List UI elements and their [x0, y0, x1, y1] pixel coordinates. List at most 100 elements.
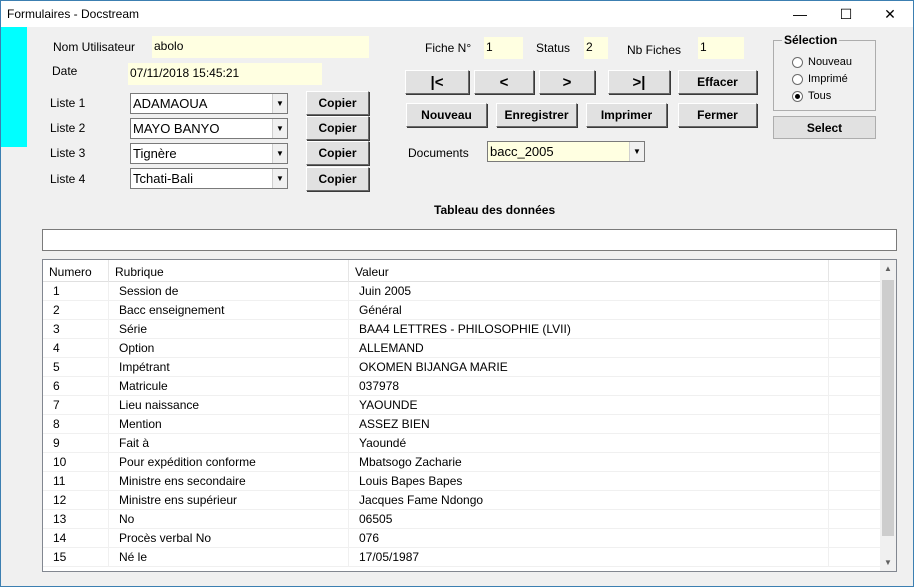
radio-nouveau-label: Nouveau — [808, 56, 853, 68]
minimize-button[interactable]: — — [777, 1, 823, 27]
vertical-scrollbar[interactable]: ▲ ▼ — [880, 260, 896, 571]
cell-valeur: 076 — [349, 529, 829, 548]
list2-select[interactable]: MAYO BANYO ▼ — [130, 118, 288, 139]
list3-select[interactable]: Tignère ▼ — [130, 143, 288, 164]
table-row[interactable]: 8 Mention ASSEZ BIEN — [43, 415, 881, 434]
nb-fiches-field[interactable]: 1 — [698, 37, 744, 59]
cell-valeur: OKOMEN BIJANGA MARIE — [349, 358, 829, 377]
table-row[interactable]: 3 Série BAA4 LETTRES - PHILOSOPHIE (LVII) — [43, 320, 881, 339]
table-row[interactable]: 6 Matricule 037978 — [43, 377, 881, 396]
copy-list4-button[interactable]: Copier — [306, 167, 369, 191]
maximize-button[interactable]: ☐ — [823, 1, 869, 27]
cell-valeur: 17/05/1987 — [349, 548, 829, 567]
col-header-numero[interactable]: Numero — [43, 260, 109, 282]
table-row[interactable]: 1 Session de Juin 2005 — [43, 282, 881, 301]
cell-valeur: Louis Bapes Bapes — [349, 472, 829, 491]
table-row[interactable]: 11 Ministre ens secondaire Louis Bapes Bap… — [43, 472, 881, 491]
scroll-thumb[interactable] — [882, 280, 894, 536]
radio-nouveau[interactable]: Nouveau — [792, 56, 852, 68]
documents-label: Documents — [408, 146, 469, 160]
table-row[interactable]: 15 Né le 17/05/1987 — [43, 548, 881, 567]
radio-icon[interactable] — [792, 73, 803, 85]
cell-valeur: BAA4 LETTRES - PHILOSOPHIE (LVII) — [349, 320, 829, 339]
table-row[interactable]: 4 Option ALLEMAND — [43, 339, 881, 358]
prev-record-button[interactable]: < — [474, 70, 534, 94]
fiche-field[interactable]: 1 — [484, 37, 523, 59]
list2-value: MAYO BANYO — [133, 121, 220, 136]
table-header: Numero Rubrique Valeur — [43, 260, 881, 282]
table-row[interactable]: 7 Lieu naissance YAOUNDE — [43, 396, 881, 415]
chevron-down-icon[interactable]: ▼ — [272, 144, 287, 163]
table-row[interactable]: 10 Pour expédition conforme Mbatsogo Zacha… — [43, 453, 881, 472]
cell-numero: 9 — [43, 434, 109, 453]
cell-numero: 3 — [43, 320, 109, 339]
new-button[interactable]: Nouveau — [406, 103, 487, 127]
documents-select[interactable]: bacc_2005 ▼ — [487, 141, 645, 162]
radio-icon[interactable] — [792, 56, 803, 68]
chevron-down-icon[interactable]: ▼ — [272, 94, 287, 113]
cell-empty — [829, 282, 881, 301]
chevron-down-icon[interactable]: ▼ — [629, 142, 644, 161]
table-row[interactable]: 12 Ministre ens supérieur Jacques Fame Ndo… — [43, 491, 881, 510]
date-field[interactable]: 07/11/2018 15:45:21 — [128, 63, 322, 85]
list3-label: Liste 3 — [50, 146, 86, 160]
last-record-button[interactable]: >| — [608, 70, 670, 94]
username-field[interactable]: abolo — [152, 36, 369, 58]
list4-select[interactable]: Tchati-Bali ▼ — [130, 168, 288, 189]
filter-input[interactable] — [42, 229, 897, 251]
col-header-rubrique[interactable]: Rubrique — [109, 260, 349, 282]
data-table[interactable]: Numero Rubrique Valeur 1 Session de Juin 2… — [42, 259, 897, 572]
radio-tous[interactable]: Tous — [792, 90, 831, 102]
chevron-down-icon[interactable]: ▼ — [272, 169, 287, 188]
table-row[interactable]: 5 Impétrant OKOMEN BIJANGA MARIE — [43, 358, 881, 377]
select-button[interactable]: Select — [773, 116, 876, 139]
copy-list3-button[interactable]: Copier — [306, 141, 369, 165]
clear-button[interactable]: Effacer — [678, 70, 757, 94]
cell-numero: 6 — [43, 377, 109, 396]
save-button[interactable]: Enregistrer — [496, 103, 577, 127]
cell-numero: 1 — [43, 282, 109, 301]
table-row[interactable]: 2 Bacc enseignement Général — [43, 301, 881, 320]
col-header-valeur[interactable]: Valeur — [349, 260, 829, 282]
chevron-down-icon[interactable]: ▼ — [272, 119, 287, 138]
list1-label: Liste 1 — [50, 96, 86, 110]
cell-empty — [829, 472, 881, 491]
list2-label: Liste 2 — [50, 121, 86, 135]
cell-valeur: Jacques Fame Ndongo — [349, 491, 829, 510]
cell-numero: 10 — [43, 453, 109, 472]
table-row[interactable]: 9 Fait à Yaoundé — [43, 434, 881, 453]
cell-numero: 13 — [43, 510, 109, 529]
scroll-up-icon[interactable]: ▲ — [880, 260, 896, 277]
cell-rubrique: Lieu naissance — [109, 396, 349, 415]
close-button[interactable]: ✕ — [867, 1, 913, 27]
list1-select[interactable]: ADAMAOUA ▼ — [130, 93, 288, 114]
cell-numero: 5 — [43, 358, 109, 377]
copy-list2-button[interactable]: Copier — [306, 116, 369, 140]
cell-valeur: ALLEMAND — [349, 339, 829, 358]
cell-empty — [829, 548, 881, 567]
copy-list1-button[interactable]: Copier — [306, 91, 369, 115]
radio-selected-icon[interactable] — [792, 90, 803, 102]
cell-rubrique: Ministre ens supérieur — [109, 491, 349, 510]
cell-empty — [829, 339, 881, 358]
minimize-icon: — — [793, 6, 807, 22]
close-form-button[interactable]: Fermer — [678, 103, 757, 127]
cell-empty — [829, 529, 881, 548]
cell-rubrique: Bacc enseignement — [109, 301, 349, 320]
cell-numero: 8 — [43, 415, 109, 434]
radio-imprime-label: Imprimé — [808, 73, 848, 85]
next-record-button[interactable]: > — [539, 70, 595, 94]
status-field[interactable]: 2 — [584, 37, 608, 59]
cell-empty — [829, 377, 881, 396]
cell-numero: 7 — [43, 396, 109, 415]
table-row[interactable]: 13 No 06505 — [43, 510, 881, 529]
table-row[interactable]: 14 Procès verbal No 076 — [43, 529, 881, 548]
first-record-button[interactable]: |< — [405, 70, 469, 94]
cell-valeur: Yaoundé — [349, 434, 829, 453]
cell-numero: 14 — [43, 529, 109, 548]
scroll-down-icon[interactable]: ▼ — [880, 554, 896, 571]
print-button[interactable]: Imprimer — [586, 103, 667, 127]
title-bar: Formulaires - Docstream — ☐ ✕ — [1, 1, 913, 27]
radio-imprime[interactable]: Imprimé — [792, 73, 848, 85]
list4-value: Tchati-Bali — [133, 171, 193, 186]
